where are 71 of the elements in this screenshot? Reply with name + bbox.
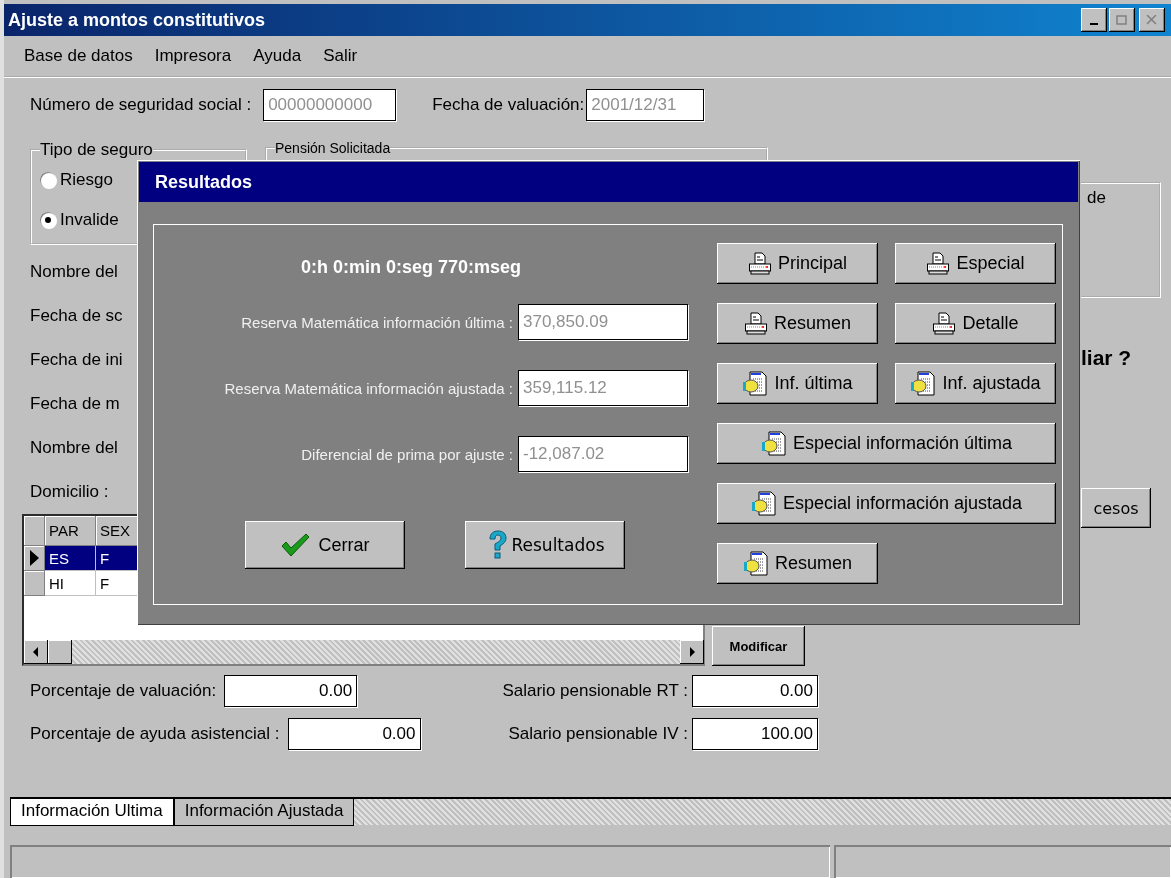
printer-icon [743,311,768,336]
radio-label: Invalide [60,210,119,230]
field-label: Domicilio : [30,481,109,503]
report-button[interactable]: Inf. ajustada [895,363,1056,404]
printer-icon [926,251,951,276]
field-label: Diferencial de prima por ajuste : [301,445,513,463]
amount-field[interactable]: 0.00 [692,675,818,707]
report-button[interactable]: Resumen [717,303,878,344]
menu-item[interactable]: Ayuda [253,46,302,66]
dialog-title: Resultados [155,171,253,193]
report-button[interactable]: Inf. última [717,363,878,404]
radio-label: Riesgo [60,170,113,190]
field-label: Salario pensionable IV : [508,724,688,744]
results-button[interactable]: Resultados [465,521,625,569]
report-button[interactable]: Detalle [895,303,1056,344]
field-label: Fecha de m [30,393,120,415]
group-title: Tipo de seguro [40,140,153,160]
group-text: de [1087,188,1106,207]
row-pointer-icon [29,550,39,566]
close-icon [1146,15,1158,25]
menu-item[interactable]: Base de datos [24,46,133,66]
right-arrow-icon [688,647,696,657]
left-arrow-icon [32,647,40,657]
radio-button[interactable] [40,212,56,228]
close-button[interactable]: Cerrar [245,521,405,569]
window-title: Ajuste a montos constitutivos [8,9,266,31]
column-header[interactable]: PAR [45,516,96,546]
table-cell: ES [45,546,96,571]
menu-item[interactable]: Impresora [154,46,232,66]
checkmark-icon [280,532,311,558]
report-button[interactable]: Principal [717,243,878,284]
report-button[interactable]: Especial información última [717,423,1056,464]
field-label: Fecha de valuación: [432,95,585,115]
elapsed-time: 0:h 0:min 0:seg 770:mseg [301,257,523,278]
amount-field[interactable]: 100.00 [692,718,818,750]
document-hand-icon [910,370,937,397]
report-button[interactable]: Resumen [717,543,878,584]
field-label: Reserva Matemática información ajustada : [224,379,513,397]
field-label: Porcentaje de valuación: [30,681,217,701]
document-hand-icon [750,490,777,517]
printer-icon [748,251,772,276]
printer-icon [932,311,957,336]
report-button[interactable]: Especial [895,243,1056,284]
field-label: Fecha de ini [30,349,123,371]
modify-button[interactable]: Modificar [712,626,805,666]
table-cell: HI [45,571,96,596]
field-label: Fecha de sc [30,305,123,327]
field-label: Número de seguridad social : [30,95,252,115]
field-label: Porcentaje de ayuda asistencial : [30,724,280,744]
document-hand-icon [742,550,769,577]
field-label: Reserva Matemática información última : [241,313,513,331]
tab[interactable]: Información Ajustada [173,799,355,826]
maximize-icon [1116,15,1128,25]
tab[interactable]: Información Ultima [10,799,174,826]
amount-field[interactable]: 0.00 [287,718,421,750]
minimize-button[interactable] [1081,8,1107,32]
menu-item[interactable]: Salir [323,46,358,66]
report-button[interactable]: Especial información ajustada [717,483,1056,524]
field-label: Nombre del [30,437,118,459]
field-label: Salario pensionable RT : [502,681,688,701]
maximize-button[interactable] [1109,8,1135,32]
field-label: Nombre del [30,261,118,283]
document-hand-icon [742,370,769,397]
document-hand-icon [760,430,787,457]
minimize-icon [1090,23,1098,25]
close-button[interactable] [1139,8,1165,32]
group-title: Pensión Solicitada [275,140,391,156]
radio-button[interactable] [40,172,56,188]
amount-field[interactable]: 0.00 [224,675,358,707]
process-button[interactable]: cesos [1081,488,1151,528]
question-text: liar ? [1081,346,1133,370]
